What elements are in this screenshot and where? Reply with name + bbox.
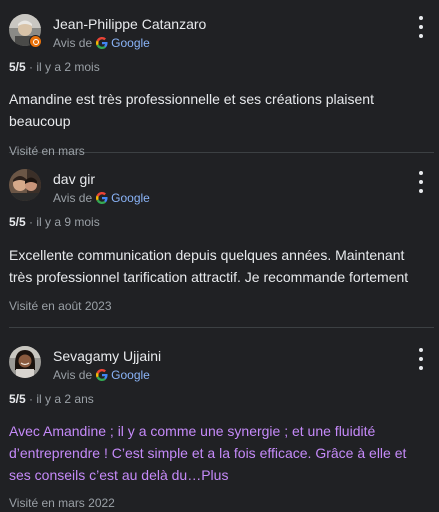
visit-date: Visité en mars 2022: [9, 496, 115, 510]
reviewer-name[interactable]: Sevagamy Ujjaini: [53, 348, 161, 364]
review-card: dav gir Avis de Google 5/5 · il y a 9 mo…: [0, 153, 439, 327]
avatar[interactable]: [9, 169, 41, 201]
review-meta: 5/5 · il y a 2 mois: [9, 60, 439, 74]
more-vert-icon: [419, 348, 423, 352]
review-card: Jean-Philippe Catanzaro Avis de Google 5…: [0, 0, 439, 158]
review-text: Excellente communication depuis quelques…: [9, 247, 409, 285]
more-vert-icon: [419, 171, 423, 175]
review-header: dav gir Avis de Google: [9, 169, 439, 209]
review-time: il y a 9 mois: [36, 215, 100, 229]
local-guide-badge-icon: [29, 35, 42, 48]
more-options-button[interactable]: [417, 16, 425, 38]
review-meta: 5/5 · il y a 2 ans: [9, 392, 439, 406]
rating: 5/5: [9, 215, 26, 229]
source-prefix: Avis de: [53, 36, 93, 50]
source-prefix: Avis de: [53, 191, 93, 205]
review-meta: 5/5 · il y a 9 mois: [9, 215, 439, 229]
more-options-button[interactable]: [417, 171, 425, 193]
rating: 5/5: [9, 392, 26, 406]
more-options-button[interactable]: [417, 348, 425, 370]
google-g-icon: [96, 37, 108, 49]
source-name: Google: [111, 368, 150, 382]
google-g-icon: [96, 369, 108, 381]
review-text-link[interactable]: Avec Amandine ; il y a comme une synergi…: [9, 420, 439, 486]
review-time: il y a 2 mois: [36, 60, 100, 74]
rating: 5/5: [9, 60, 26, 74]
avatar[interactable]: [9, 346, 41, 378]
source-prefix: Avis de: [53, 368, 93, 382]
google-g-icon: [96, 192, 108, 204]
review-source: Avis de Google: [53, 191, 150, 205]
visit-date: Visité en août 2023: [9, 299, 112, 313]
more-vert-icon: [419, 16, 423, 20]
review-header: Sevagamy Ujjaini Avis de Google: [9, 346, 439, 386]
review-text: Amandine est très professionnelle et ses…: [9, 91, 374, 129]
source-name: Google: [111, 36, 150, 50]
review-source: Avis de Google: [53, 36, 150, 50]
source-name: Google: [111, 191, 150, 205]
review-time: il y a 2 ans: [36, 392, 94, 406]
review-source: Avis de Google: [53, 368, 150, 382]
reviewer-name[interactable]: Jean-Philippe Catanzaro: [53, 16, 206, 32]
review-card: Sevagamy Ujjaini Avis de Google 5/5 · il…: [0, 328, 439, 512]
more-link[interactable]: Plus: [201, 467, 228, 483]
review-header: Jean-Philippe Catanzaro Avis de Google: [9, 14, 439, 54]
reviewer-name[interactable]: dav gir: [53, 171, 95, 187]
